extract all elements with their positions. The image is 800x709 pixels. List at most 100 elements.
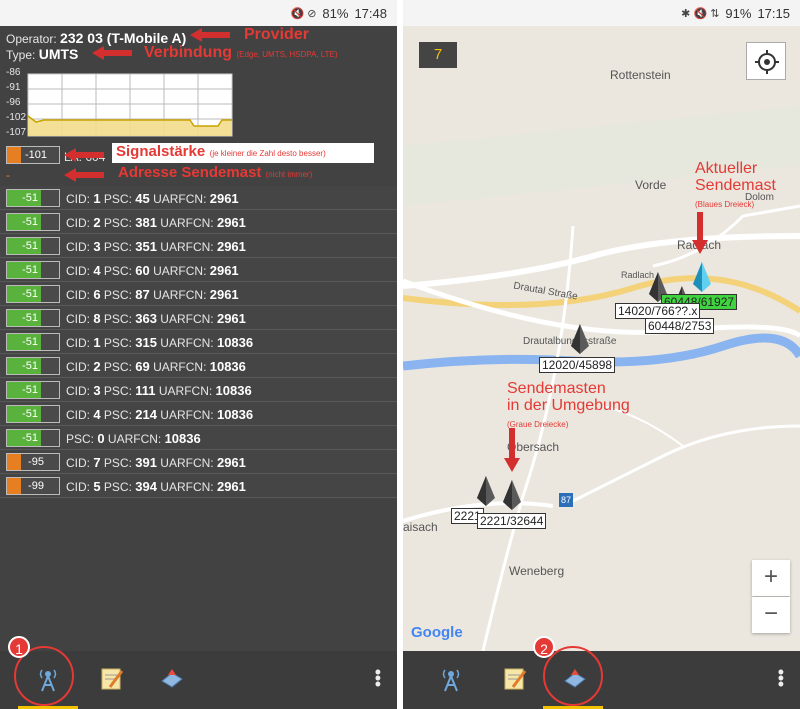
cell-row[interactable]: -51 CID: 1 PSC: 315 UARFCN: 10836 (0, 330, 397, 354)
annotation-badge-2: 2 (533, 636, 555, 658)
field-label: UARFCN: (156, 240, 217, 254)
bluetooth-icon: ✱ 🔇 ⇅ (681, 8, 720, 20)
clock: 17:15 (757, 6, 790, 21)
cell-row[interactable]: -51 CID: 3 PSC: 111 UARFCN: 10836 (0, 378, 397, 402)
field-value: 87 (135, 287, 150, 302)
field-value: 7 (93, 455, 101, 470)
mute-icon: 🔇 ⊘ (290, 8, 317, 20)
log-notepad-icon[interactable] (501, 665, 529, 693)
gray-tower-icon[interactable] (503, 480, 521, 510)
annotation-arrow (190, 28, 230, 42)
cell-row[interactable]: -51 PSC: 0 UARFCN: 10836 (0, 426, 397, 450)
zoom-in-button[interactable]: + (752, 560, 790, 596)
cell-row[interactable]: -51 CID: 4 PSC: 60 UARFCN: 2961 (0, 258, 397, 282)
field-label: CID: (66, 312, 94, 326)
signal-value: -51 (22, 360, 38, 372)
gray-tower-icon[interactable] (477, 476, 495, 506)
field-value: 8 (93, 311, 101, 326)
cell-row[interactable]: -51 CID: 4 PSC: 214 UARFCN: 10836 (0, 402, 397, 426)
tick-label: -107 (6, 127, 26, 138)
cell-details: CID: 3 PSC: 351 UARFCN: 2961 (66, 239, 246, 254)
signal-strength-bar: -51 (6, 333, 60, 351)
signal-value: -51 (22, 192, 38, 204)
zoom-out-button[interactable]: − (752, 597, 790, 633)
field-label: UARFCN: (156, 408, 217, 422)
cell-details: CID: 2 PSC: 69 UARFCN: 10836 (66, 359, 246, 374)
overflow-menu-icon[interactable]: • • • (375, 663, 381, 693)
field-label: PSC: (100, 264, 136, 278)
field-value: 1 (93, 191, 101, 206)
tower-label[interactable]: 60448/2753 (645, 318, 715, 334)
cell-row[interactable]: -51 CID: 3 PSC: 351 UARFCN: 2961 (0, 234, 397, 258)
cell-row[interactable]: -51 CID: 2 PSC: 381 UARFCN: 2961 (0, 210, 397, 234)
address-value: - (6, 168, 10, 182)
field-label: UARFCN: (156, 480, 217, 494)
signal-value: -95 (28, 456, 44, 468)
cell-row[interactable]: -51 CID: 8 PSC: 363 UARFCN: 2961 (0, 306, 397, 330)
cell-row[interactable]: -95 CID: 7 PSC: 391 UARFCN: 2961 (0, 450, 397, 474)
field-value: 381 (135, 215, 157, 230)
cell-row[interactable]: -99 CID: 5 PSC: 394 UARFCN: 2961 (0, 474, 397, 498)
tower-label[interactable]: 2221/32644 (477, 513, 547, 529)
annotation-umgebung: Sendemasten in der Umgebung (Graue Dreie… (507, 380, 630, 429)
annotation-arrow (692, 240, 708, 254)
blue-current-tower-icon[interactable] (693, 262, 711, 292)
cell-details: CID: 6 PSC: 87 UARFCN: 2961 (66, 287, 239, 302)
signal-strength-bar: -51 (6, 405, 60, 423)
signal-value: -51 (22, 288, 38, 300)
cell-row[interactable]: -51 CID: 6 PSC: 87 UARFCN: 2961 (0, 282, 397, 306)
field-label: UARFCN: (155, 384, 216, 398)
field-value: 214 (135, 407, 157, 422)
field-value: 10836 (215, 383, 252, 398)
cell-details: CID: 4 PSC: 60 UARFCN: 2961 (66, 263, 239, 278)
field-label: CID: (66, 240, 94, 254)
right-phone-screen: ✱ 🔇 ⇅ 91% 17:15 7 Rottenstein Vorde Radl… (403, 0, 800, 709)
crosshair-icon (755, 50, 779, 74)
signal-strength-bar: -51 (6, 189, 60, 207)
field-value: 394 (135, 479, 157, 494)
field-label: CID: (66, 360, 94, 374)
log-notepad-icon[interactable] (98, 665, 126, 693)
field-label: PSC: (100, 336, 136, 350)
town-label: Vorde (635, 178, 667, 192)
battery-level: 81% (322, 6, 349, 21)
annotation-adresse: Adresse Sendemast (nicht immer) (118, 164, 313, 181)
field-label: UARFCN: (104, 432, 165, 446)
type-value: UMTS (38, 46, 79, 62)
annotation-arrow (92, 46, 132, 60)
field-value: 3 (93, 383, 101, 398)
overflow-menu-icon[interactable]: • • • (778, 663, 784, 693)
field-label: PSC: (100, 456, 136, 470)
field-label: CID: (66, 216, 94, 230)
cell-details: CID: 2 PSC: 381 UARFCN: 2961 (66, 215, 246, 230)
cell-details: CID: 8 PSC: 363 UARFCN: 2961 (66, 311, 246, 326)
field-value: 10836 (216, 407, 254, 422)
field-value: 45 (135, 191, 150, 206)
my-location-button[interactable] (746, 42, 786, 80)
signal-strength-bar: -51 (6, 261, 60, 279)
field-label: CID: (66, 456, 94, 470)
tick-label: -96 (6, 97, 21, 108)
field-label: CID: (66, 336, 94, 350)
field-value: 60 (135, 263, 150, 278)
signal-history-chart: -86 -91 -96 -102 -107 (6, 67, 233, 138)
annotation-arrow (64, 168, 104, 182)
cell-row[interactable]: -51 CID: 1 PSC: 45 UARFCN: 2961 (0, 186, 397, 210)
field-label: CID: (66, 288, 94, 302)
annotation-arrow (697, 212, 703, 242)
gray-tower-icon[interactable] (571, 324, 589, 354)
cell-tower-icon[interactable] (437, 665, 465, 693)
cell-row[interactable]: -51 CID: 2 PSC: 69 UARFCN: 10836 (0, 354, 397, 378)
cell-details: CID: 3 PSC: 111 UARFCN: 10836 (66, 383, 252, 398)
field-label: UARFCN: (156, 336, 217, 350)
field-label: UARFCN: (149, 264, 210, 278)
field-label: PSC: (100, 288, 136, 302)
current-signal-strength: -101 (6, 146, 60, 164)
clock: 17:48 (354, 6, 387, 21)
field-value: 2 (93, 359, 101, 374)
tower-label[interactable]: 12020/45898 (539, 357, 616, 373)
tower-label[interactable]: 14020/766??.x (615, 303, 701, 319)
field-value: 2961 (216, 455, 246, 470)
map-view-icon[interactable] (158, 665, 186, 693)
field-value: 10836 (209, 359, 246, 374)
